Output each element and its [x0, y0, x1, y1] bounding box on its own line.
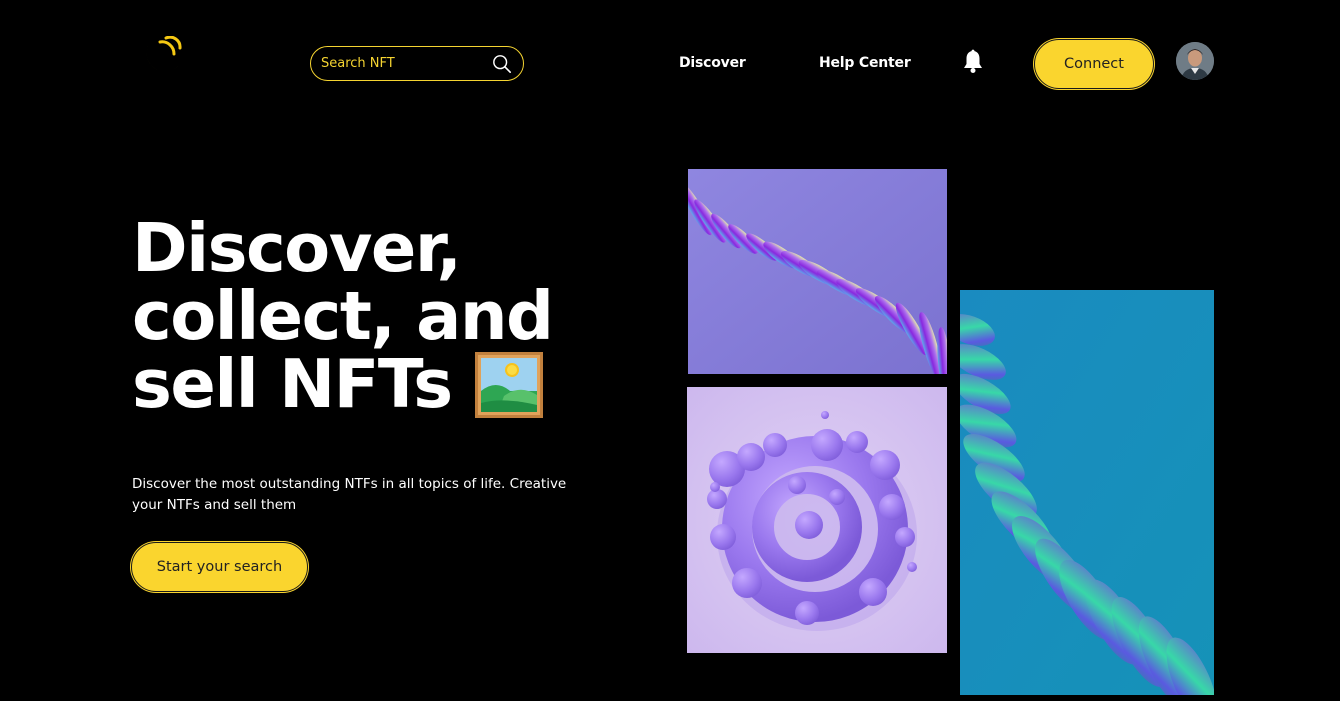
crescent-logo-icon[interactable]: [138, 35, 182, 76]
hero-title-line-3: sell NFTs: [132, 350, 602, 419]
purple-spiral-ribbon-art[interactable]: [688, 169, 947, 374]
nav-help-center-link[interactable]: Help Center: [819, 55, 911, 71]
hero-title-line: collect, and: [132, 277, 554, 355]
user-avatar[interactable]: [1176, 42, 1214, 80]
bell-icon[interactable]: [962, 49, 984, 75]
start-search-button[interactable]: Start your search: [131, 542, 308, 592]
lavender-bubble-swirl-art[interactable]: [687, 387, 947, 653]
hero-title: Discover, collect, and sell NFTs: [132, 214, 602, 419]
teal-wave-ribbon-art[interactable]: [960, 290, 1214, 695]
connect-button[interactable]: Connect: [1034, 39, 1154, 89]
search-bar[interactable]: [310, 46, 524, 81]
framed-picture-icon: [474, 351, 544, 419]
nav-discover-link[interactable]: Discover: [679, 55, 746, 71]
search-icon[interactable]: [491, 53, 513, 75]
hero-title-line: sell NFTs: [132, 345, 453, 423]
search-input[interactable]: [321, 56, 481, 71]
hero-title-line: Discover,: [132, 209, 462, 287]
hero-description: Discover the most outstanding NTFs in al…: [132, 476, 567, 513]
